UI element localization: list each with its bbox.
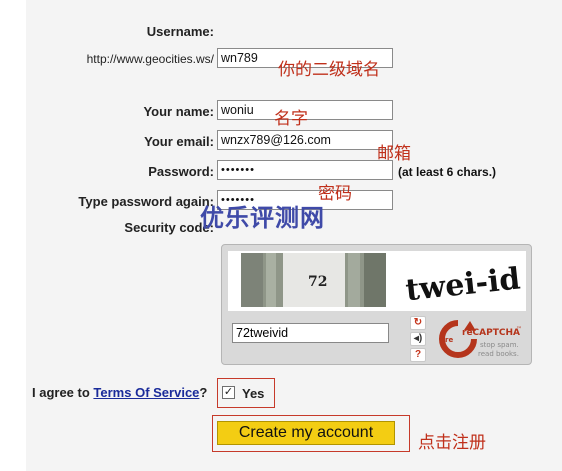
email-input[interactable]: wnzx789@126.com — [217, 130, 393, 150]
recaptcha-tagline-2: read books. — [478, 350, 519, 358]
agreement-prefix: I agree to — [32, 385, 90, 400]
subdomain-annotation: 你的二级域名 — [278, 60, 380, 80]
captcha-image-art: 72 twei-id — [241, 253, 522, 308]
captcha-word-1: 72 — [308, 274, 327, 290]
password-hint: (at least 6 chars.) — [398, 165, 497, 179]
help-icon[interactable]: ? — [410, 348, 426, 362]
agree-checkbox[interactable]: ✓ — [222, 386, 235, 399]
url-prefix-label: http://www.geocities.ws/ — [86, 52, 214, 66]
submit-annotation: 点击注册 — [418, 433, 486, 453]
password-input[interactable]: ••••••• — [217, 160, 393, 180]
recaptcha-tm: ™ — [516, 326, 522, 333]
captcha-word-2: twei-id — [404, 261, 522, 308]
create-account-button[interactable]: Create my account — [217, 421, 395, 445]
name-label: Your name: — [143, 104, 214, 119]
recaptcha-logo: re reCAPTCHA ™ stop spam. read books. — [436, 317, 528, 361]
watermark: 优乐评测网 — [200, 204, 325, 232]
audio-icon[interactable]: ◂) — [410, 332, 426, 346]
recaptcha-tagline-1: stop spam. — [480, 341, 519, 349]
agreement-suffix: ? — [199, 385, 208, 400]
confirm-password-label: Type password again: — [78, 194, 214, 209]
recaptcha-widget: 72 twei-id 72tweivid ↻ ◂) ? re reCAPTCHA… — [221, 244, 532, 365]
reload-icon[interactable]: ↻ — [410, 316, 426, 330]
captcha-response-input[interactable]: 72tweivid — [232, 323, 389, 343]
recaptcha-logo-graphic: re reCAPTCHA ™ stop spam. read books. — [439, 320, 522, 358]
agreement-text: I agree to Terms Of Service? — [32, 385, 207, 400]
yes-label: Yes — [242, 386, 265, 401]
captcha-image: 72 twei-id — [228, 251, 526, 311]
name-annotation: 名字 — [274, 109, 308, 129]
email-label: Your email: — [144, 134, 214, 149]
password-label: Password: — [148, 164, 214, 179]
svg-text:re: re — [445, 336, 453, 344]
username-label: Username: — [146, 24, 214, 39]
recaptcha-logo-text: reCAPTCHA — [462, 328, 520, 338]
terms-of-service-link[interactable]: Terms Of Service — [93, 385, 199, 400]
